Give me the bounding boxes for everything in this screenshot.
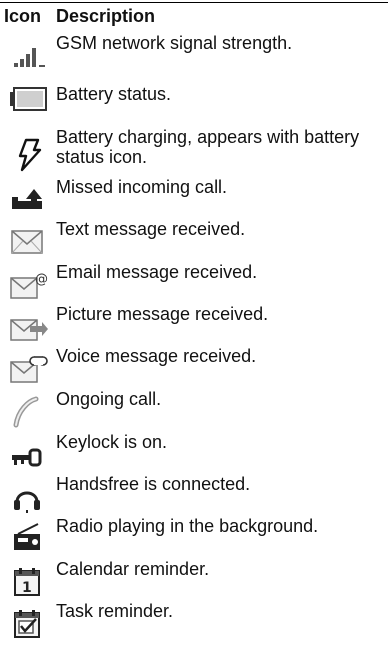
row-description: Battery status. [56,84,172,104]
icon-column-header: Icon [4,6,42,26]
row-description: Calendar reminder. [56,559,210,579]
row-description: Handsfree is connected. [56,474,251,494]
email-icon: @ [8,268,48,304]
radio-icon [8,520,48,556]
row-description: Picture message received. [56,304,269,324]
signal-strength-icon [8,35,48,71]
row-description: Task reminder. [56,601,174,621]
text-message-icon [8,225,48,261]
row-description: Text message received. [56,219,246,239]
row-description: Keylock is on. [56,432,168,452]
row-description: GSM network signal strength. [56,33,293,53]
charging-icon [8,137,48,173]
row-description: Voice message received. [56,346,257,366]
row-description: Email message received. [56,262,258,282]
keylock-icon [8,438,48,474]
picture-message-icon [8,310,48,346]
top-rule [0,2,388,3]
row-description: Radio playing in the background. [56,516,319,536]
table-header: Icon Description [0,6,388,28]
task-icon [8,607,48,643]
battery-icon [8,84,48,120]
ongoing-call-icon [8,395,48,431]
voice-message-icon [8,352,48,388]
svg-text:1: 1 [22,580,32,596]
calendar-icon: 1 [8,565,48,601]
handsfree-icon [8,480,48,516]
row-description: Battery charging, appears with battery s… [56,127,360,167]
row-description: Missed incoming call. [56,177,228,197]
description-column-header: Description [56,6,156,26]
svg-text:@: @ [35,272,48,287]
row-description: Ongoing call. [56,389,162,409]
missed-call-icon [8,181,48,217]
